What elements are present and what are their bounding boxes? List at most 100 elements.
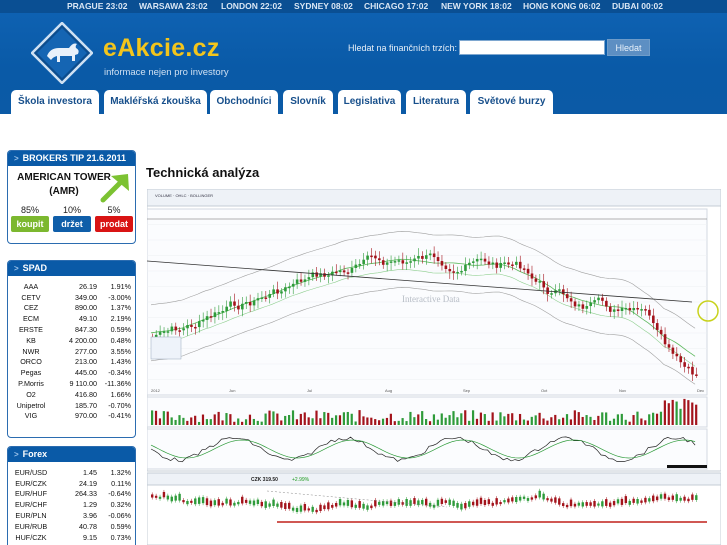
spad-row[interactable]: Unipetrol 185.70 -0.70% bbox=[12, 400, 132, 411]
candle-body bbox=[605, 300, 608, 307]
candle-body bbox=[413, 258, 416, 262]
volume-bar bbox=[342, 412, 345, 425]
spad-row[interactable]: CETV 349.00 -3.00% bbox=[12, 292, 132, 303]
candle-body bbox=[644, 497, 647, 503]
spad-symbol[interactable]: CEZ bbox=[12, 303, 50, 314]
forex-symbol[interactable]: EUR/PLN bbox=[12, 510, 50, 521]
volume-bar bbox=[264, 413, 267, 425]
forex-row[interactable]: EUR/HUF 264.33 -0.64% bbox=[12, 489, 132, 500]
candle-body bbox=[186, 325, 189, 329]
candle-body bbox=[401, 260, 405, 264]
spad-symbol[interactable]: O2 bbox=[12, 389, 50, 400]
spad-symbol[interactable]: ECM bbox=[12, 313, 50, 324]
spad-change: 1.66% bbox=[110, 389, 131, 399]
tab-literatura[interactable]: Literatura bbox=[406, 90, 466, 114]
spad-symbol[interactable]: ORCO bbox=[12, 357, 50, 368]
spad-symbol[interactable]: KB bbox=[12, 335, 50, 346]
forex-row[interactable]: EUR/PLN 3.96 -0.06% bbox=[12, 510, 132, 521]
spad-table: AAA 26.19 1.91% CETV 349.00 -3.00% CEZ 890.00 1.… bbox=[12, 281, 132, 421]
spad-symbol[interactable]: ERSTE bbox=[12, 324, 50, 335]
forex-symbol[interactable]: EUR/USD bbox=[12, 467, 50, 478]
spad-price: 890.00 bbox=[75, 303, 97, 313]
spad-row[interactable]: VIG 970.00 -0.41% bbox=[12, 411, 132, 422]
forex-symbol[interactable]: EUR/RUB bbox=[12, 521, 50, 532]
forex-rows: EUR/USD 1.45 1.32% EUR/CZK 24.19 0.11% EUR/HUF… bbox=[12, 467, 132, 543]
spad-symbol[interactable]: Unipetrol bbox=[12, 400, 50, 411]
forex-symbol[interactable]: EUR/CZK bbox=[12, 478, 50, 489]
forex-symbol[interactable]: EUR/CHF bbox=[12, 499, 50, 510]
spad-row[interactable]: P.Morris 9 110.00 -11.36% bbox=[12, 378, 132, 389]
candle-body bbox=[687, 366, 690, 369]
volume-bar bbox=[558, 419, 561, 425]
candle-body bbox=[307, 508, 310, 511]
volume-bar bbox=[624, 419, 627, 425]
spad-row[interactable]: KB 4 200.00 0.48% bbox=[12, 335, 132, 346]
candle-body bbox=[397, 499, 400, 505]
forex-symbol[interactable]: HUF/CZK bbox=[12, 532, 50, 543]
chart2-change: +2.99% bbox=[292, 477, 310, 483]
spad-symbol[interactable]: Pegas bbox=[12, 367, 50, 378]
spad-symbol[interactable]: NWR bbox=[12, 346, 50, 357]
site-header: PRAGUE 23:02 WARSAWA 23:02 LONDON 22:02 … bbox=[0, 0, 727, 114]
forex-row[interactable]: EUR/CHF 1.29 0.32% bbox=[12, 499, 132, 510]
spad-symbol[interactable]: P.Morris bbox=[12, 378, 50, 389]
chart-toolbar[interactable] bbox=[150, 336, 182, 360]
spad-row[interactable]: ERSTE 847.30 0.59% bbox=[12, 324, 132, 335]
volume-bar bbox=[182, 417, 185, 425]
spad-row[interactable]: ORCO 213.00 1.43% bbox=[12, 357, 132, 368]
candle-body bbox=[526, 268, 530, 274]
spad-row[interactable]: AAA 26.19 1.91% bbox=[12, 281, 132, 292]
hold-button[interactable]: držet bbox=[53, 216, 91, 232]
brokers-tip-header: > BROKERS TIP 21.6.2011 bbox=[8, 151, 135, 166]
search-input[interactable] bbox=[459, 40, 605, 55]
search-button[interactable]: Hledat bbox=[607, 39, 650, 56]
forex-symbol[interactable]: EUR/HUF bbox=[12, 489, 50, 500]
volume-bar bbox=[311, 418, 314, 425]
forex-row[interactable]: EUR/CZK 24.19 0.11% bbox=[12, 478, 132, 489]
forex-row[interactable]: EUR/RUB 40.78 0.59% bbox=[12, 521, 132, 532]
spad-symbol[interactable]: VIG bbox=[12, 411, 50, 422]
forex-row[interactable]: EUR/USD 1.45 1.32% bbox=[12, 467, 132, 478]
spad-symbol[interactable]: AAA bbox=[12, 281, 50, 292]
candle-body bbox=[244, 302, 248, 304]
candle-body bbox=[366, 505, 369, 510]
volume-bar bbox=[605, 412, 608, 425]
spad-row[interactable]: ECM 49.10 2.19% bbox=[12, 313, 132, 324]
spad-row[interactable]: NWR 277.00 3.55% bbox=[12, 346, 132, 357]
forex-row[interactable]: HUF/CZK 9.15 0.73% bbox=[12, 532, 132, 543]
candle-body bbox=[695, 374, 698, 376]
volume-bar bbox=[546, 420, 549, 425]
forex-panel: > Forex EUR/USD 1.45 1.32% EUR/CZK 24.19 0.11%… bbox=[7, 446, 136, 545]
candle-body bbox=[573, 301, 577, 307]
candle-body bbox=[612, 501, 616, 506]
candle-body bbox=[526, 498, 530, 501]
spad-row[interactable]: O2 416.80 1.66% bbox=[12, 389, 132, 400]
volume-bar bbox=[178, 415, 181, 425]
forex-price: 9.15 bbox=[83, 532, 97, 542]
tab-svetove-burzy[interactable]: Světové burzy bbox=[470, 90, 553, 114]
volume-bar bbox=[542, 418, 545, 425]
site-logo-text[interactable]: eAkcie.cz bbox=[103, 34, 220, 63]
candle-body bbox=[413, 498, 416, 504]
buy-button[interactable]: koupit bbox=[11, 216, 49, 232]
tab-slovnik[interactable]: Slovník bbox=[283, 90, 333, 114]
volume-bar bbox=[667, 403, 670, 425]
candle-body bbox=[663, 334, 667, 345]
tab-skola-investora[interactable]: Škola investora bbox=[11, 90, 99, 114]
candle-body bbox=[663, 493, 667, 499]
spad-symbol[interactable]: CETV bbox=[12, 292, 50, 303]
candle-body bbox=[640, 309, 643, 311]
forex-price: 24.19 bbox=[79, 478, 97, 488]
sell-button[interactable]: prodat bbox=[95, 216, 133, 232]
tab-legislativa[interactable]: Legislativa bbox=[338, 90, 401, 114]
bull-logo-icon[interactable] bbox=[31, 22, 93, 84]
spad-row[interactable]: Pegas 445.00 -0.34% bbox=[12, 367, 132, 378]
technical-analysis-chart[interactable]: VOLUME · OHLC · BOLLINGER Interactive Da… bbox=[147, 189, 721, 545]
volume-bar bbox=[632, 415, 635, 425]
spad-row[interactable]: CEZ 890.00 1.37% bbox=[12, 303, 132, 314]
candle-body bbox=[303, 503, 307, 511]
tab-maklerska-zkouska[interactable]: Makléřská zkouška bbox=[104, 90, 207, 114]
volume-bar bbox=[338, 415, 342, 425]
candle-body bbox=[217, 312, 221, 314]
tab-obchodnici[interactable]: Obchodníci bbox=[210, 90, 278, 114]
